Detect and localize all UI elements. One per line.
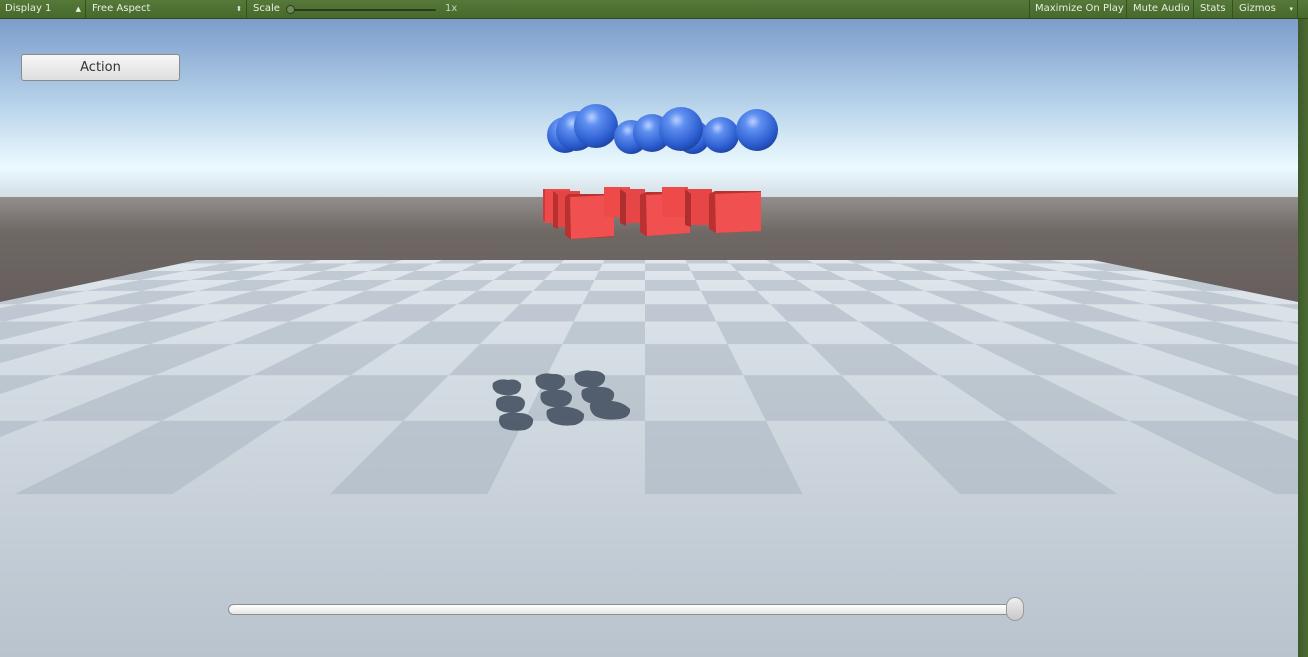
- scene-render: [0, 19, 1298, 657]
- floor-tile: [562, 321, 645, 345]
- slider-thumb[interactable]: [1006, 597, 1024, 621]
- down-arrow-icon: ▾: [1289, 5, 1293, 13]
- maximize-on-play-toggle[interactable]: Maximize On Play: [1029, 0, 1127, 18]
- floor-tile: [582, 290, 645, 305]
- gizmos-dropdown[interactable]: Gizmos ▾: [1234, 0, 1298, 18]
- red-cubes: [543, 187, 761, 239]
- action-button[interactable]: Action: [21, 54, 180, 81]
- aspect-dropdown[interactable]: Free Aspect ⬍: [87, 0, 247, 18]
- floor-tile: [645, 279, 701, 291]
- scale-slider-thumb[interactable]: [286, 5, 295, 14]
- sphere: [703, 117, 739, 153]
- up-down-arrow-icon: ⬍: [236, 5, 242, 13]
- floor-tile: [552, 263, 603, 272]
- mute-audio-toggle[interactable]: Mute Audio: [1128, 0, 1194, 18]
- sphere: [736, 109, 778, 151]
- aspect-label: Free Aspect: [92, 3, 151, 14]
- stats-toggle[interactable]: Stats: [1195, 0, 1233, 18]
- floor-tile: [594, 271, 645, 280]
- gizmos-label: Gizmos: [1239, 3, 1276, 14]
- floor-tile: [645, 263, 692, 272]
- horizontal-slider[interactable]: [228, 597, 1024, 621]
- game-viewport[interactable]: Action: [0, 19, 1298, 657]
- up-down-arrow-icon: ▲: [75, 5, 81, 13]
- scale-value: 1x: [445, 3, 458, 14]
- display-label: Display 1: [5, 3, 52, 14]
- sphere: [659, 107, 703, 151]
- sky: [0, 19, 1298, 209]
- scale-slider-track[interactable]: [290, 9, 436, 11]
- display-dropdown[interactable]: Display 1 ▲: [0, 0, 86, 18]
- cube: [709, 191, 761, 233]
- floor-tile: [691, 271, 746, 280]
- sphere: [574, 104, 618, 148]
- floor-tile: [645, 304, 717, 322]
- scale-label: Scale: [253, 3, 280, 14]
- slider-track[interactable]: [228, 604, 1024, 615]
- cube: [662, 187, 688, 217]
- cube: [685, 189, 712, 227]
- floor-tile: [645, 344, 744, 376]
- window-edge: [1298, 19, 1308, 657]
- game-view-toolbar: Display 1 ▲ Free Aspect ⬍ Scale 1x Maxim…: [0, 0, 1308, 19]
